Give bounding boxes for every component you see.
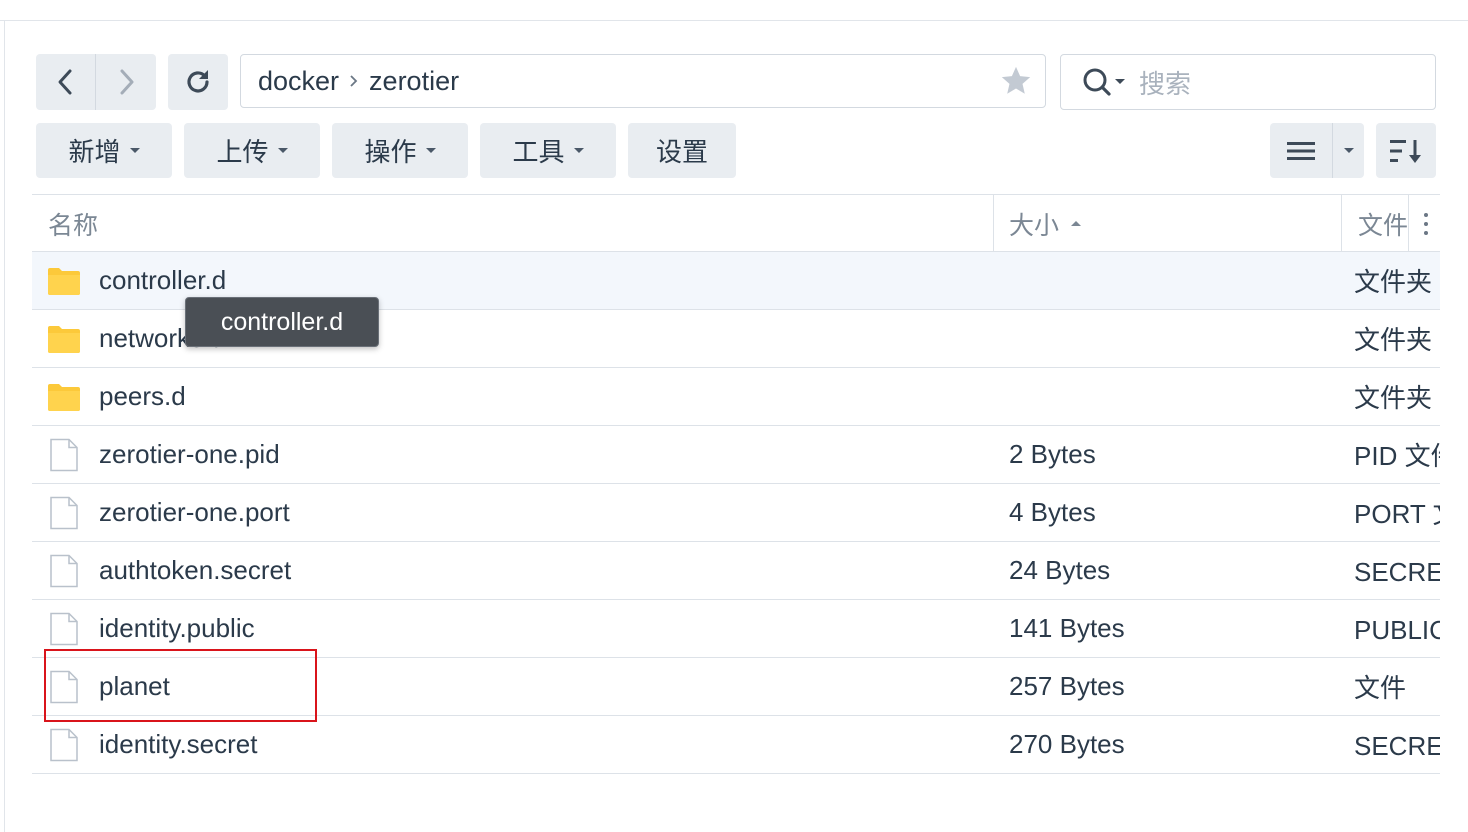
file-size — [1009, 252, 1329, 309]
file-type: SECRET 文件 — [1354, 731, 1440, 761]
column-header-size-label: 大小 — [1009, 211, 1060, 240]
path-segment-zerotier[interactable]: zerotier — [369, 66, 459, 97]
view-mode-dropdown[interactable] — [1333, 123, 1364, 178]
file-type: 文件夹 — [1354, 383, 1433, 413]
file-name: zerotier-one.port — [99, 497, 290, 527]
view-mode-group — [1270, 123, 1364, 178]
list-view-button[interactable] — [1270, 123, 1332, 178]
window-left-border — [4, 20, 5, 832]
column-header-name[interactable]: 名称 — [48, 195, 988, 252]
chevron-down-icon — [1343, 148, 1354, 153]
chevron-down-icon — [277, 148, 288, 153]
file-size — [1009, 368, 1329, 425]
forward-button[interactable] — [96, 54, 155, 110]
upload-button-label: 上传 — [216, 137, 269, 167]
action-button-label: 操作 — [364, 137, 417, 167]
upload-button[interactable]: 上传 — [184, 123, 320, 178]
file-size: 257 Bytes — [1009, 671, 1125, 701]
file-size: 4 Bytes — [1009, 497, 1096, 527]
file-type: SECRET 文件 — [1354, 557, 1440, 587]
column-header-size[interactable]: 大小 — [1009, 195, 1339, 252]
file-size — [1009, 310, 1329, 367]
chevron-down-icon — [573, 148, 584, 153]
column-resize-handle[interactable] — [993, 195, 994, 252]
file-type: PID 文件 — [1354, 441, 1440, 471]
path-segment-docker[interactable]: docker — [258, 66, 339, 97]
file-size: 24 Bytes — [1009, 555, 1111, 585]
file-icon — [47, 426, 81, 483]
file-type: PORT 文件 — [1354, 499, 1440, 529]
history-nav-group — [36, 54, 156, 110]
folder-icon — [47, 310, 81, 367]
search-icon[interactable] — [1081, 66, 1129, 98]
action-button[interactable]: 操作 — [332, 123, 468, 178]
tooltip-text: controller.d — [220, 307, 344, 336]
highlight-annotation-box — [44, 649, 317, 722]
path-breadcrumb[interactable]: docker zerotier — [240, 54, 1046, 108]
column-menu-icon[interactable] — [1416, 209, 1436, 239]
file-size: 270 Bytes — [1009, 729, 1125, 759]
new-button[interactable]: 新增 — [36, 123, 172, 178]
chevron-down-icon — [425, 148, 436, 153]
back-button[interactable] — [36, 54, 95, 110]
file-type: 文件夹 — [1354, 267, 1433, 297]
refresh-icon — [187, 70, 209, 93]
folder-icon — [47, 368, 81, 425]
file-name: zerotier-one.pid — [99, 439, 280, 469]
file-icon — [47, 542, 81, 599]
column-resize-handle[interactable] — [1408, 195, 1409, 252]
star-icon[interactable] — [999, 64, 1033, 105]
file-size: 2 Bytes — [1009, 439, 1096, 469]
chevron-left-icon — [58, 69, 71, 95]
file-size: 141 Bytes — [1009, 613, 1125, 643]
file-name: authtoken.secret — [99, 555, 292, 585]
settings-button[interactable]: 设置 — [628, 123, 736, 178]
column-header-name-label: 名称 — [48, 211, 99, 240]
chevron-down-icon — [129, 148, 140, 153]
sort-button[interactable] — [1376, 123, 1436, 178]
file-icon — [47, 484, 81, 541]
table-header: 名称 大小 文件 — [32, 194, 1440, 252]
column-header-type[interactable]: 文件 — [1358, 195, 1408, 252]
file-type: 文件 — [1354, 673, 1407, 703]
path-separator-icon — [349, 73, 359, 89]
settings-button-label: 设置 — [655, 137, 708, 167]
column-resize-handle[interactable] — [1341, 195, 1342, 252]
file-type: 文件夹 — [1354, 325, 1433, 355]
chevron-right-icon — [120, 69, 133, 95]
file-name: peers.d — [99, 381, 186, 411]
table-row[interactable]: zerotier-one.pid 2 Bytes PID 文件 — [32, 426, 1440, 484]
search-placeholder: 搜索 — [1139, 68, 1192, 99]
new-button-label: 新增 — [68, 137, 121, 167]
sort-ascending-icon — [1071, 221, 1082, 226]
file-icon — [47, 716, 81, 773]
tools-button-label: 工具 — [512, 137, 565, 167]
file-name: identity.secret — [99, 729, 258, 759]
list-view-icon — [1287, 141, 1315, 160]
filename-tooltip: controller.d — [185, 297, 379, 347]
refresh-button[interactable] — [168, 54, 228, 110]
table-row[interactable]: zerotier-one.port 4 Bytes PORT 文件 — [32, 484, 1440, 542]
table-row[interactable]: identity.secret 270 Bytes SECRET 文件 — [32, 716, 1440, 774]
window-top-border — [0, 20, 1468, 21]
folder-icon — [47, 252, 81, 309]
sort-icon — [1390, 139, 1421, 163]
search-box[interactable]: 搜索 — [1060, 54, 1436, 110]
table-row[interactable]: peers.d 文件夹 — [32, 368, 1440, 426]
tools-button[interactable]: 工具 — [480, 123, 616, 178]
table-row[interactable]: authtoken.secret 24 Bytes SECRET 文件 — [32, 542, 1440, 600]
column-header-type-label: 文件 — [1358, 211, 1408, 240]
file-type: PUBLIC 文件 — [1354, 615, 1440, 645]
